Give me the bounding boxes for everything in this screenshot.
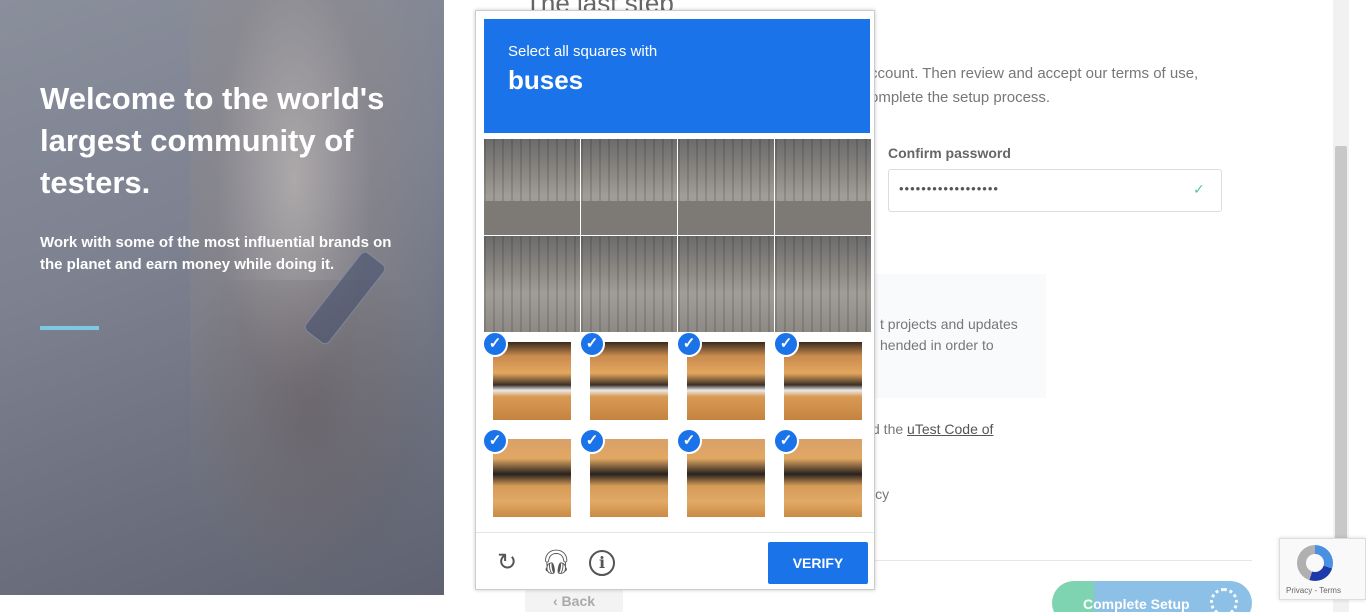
- page-scrollbar-thumb[interactable]: [1335, 146, 1347, 541]
- captcha-tile[interactable]: [678, 236, 774, 332]
- captcha-tile-image: [590, 342, 668, 420]
- captcha-tile[interactable]: [581, 236, 677, 332]
- captcha-tile-image: [784, 439, 862, 517]
- agreement-text: d the uTest Code of: [872, 421, 993, 437]
- intro-text: ccount. Then review and accept our terms…: [870, 65, 1199, 106]
- captcha-tile[interactable]: ✓: [484, 430, 580, 526]
- spinner-icon: [1210, 588, 1238, 612]
- captcha-tile[interactable]: [484, 139, 580, 235]
- confirm-password-field[interactable]: ••••••••••••••••••: [888, 169, 1222, 212]
- chevron-left-icon: ‹: [552, 593, 558, 609]
- hero-panel: Welcome to the world's largest community…: [0, 0, 444, 595]
- checkmark-icon: ✓: [1193, 181, 1205, 197]
- captcha-tile-image: [590, 439, 668, 517]
- hero-heading: Welcome to the world's largest community…: [40, 81, 385, 200]
- captcha-tile-image: [493, 439, 571, 517]
- captcha-tile[interactable]: [678, 139, 774, 235]
- headphones-icon[interactable]: 🎧︎: [541, 550, 571, 576]
- hero-subheading: Work with some of the most influential b…: [40, 234, 392, 273]
- captcha-challenge: Select all squares with buses ✓ ✓ ✓ ✓ ✓ ✓ ✓ ✓ ↻…: [475, 10, 875, 590]
- captcha-tile[interactable]: ✓: [775, 333, 871, 429]
- info-text: t projects and updates hended in order t…: [880, 316, 1018, 353]
- captcha-target: buses: [508, 65, 584, 95]
- info-icon[interactable]: i: [589, 550, 615, 576]
- captcha-header: Select all squares with buses: [484, 19, 870, 133]
- captcha-tile[interactable]: [581, 139, 677, 235]
- captcha-tile[interactable]: ✓: [484, 333, 580, 429]
- reload-icon[interactable]: ↻: [494, 550, 520, 576]
- recaptcha-links[interactable]: Privacy - Terms: [1286, 586, 1341, 595]
- captcha-tile[interactable]: [775, 236, 871, 332]
- captcha-tile[interactable]: ✓: [775, 430, 871, 526]
- captcha-prompt: Select all squares with: [508, 43, 658, 60]
- agreement-prefix: d the: [872, 421, 908, 437]
- hero-accent-bar: [40, 326, 99, 330]
- captcha-tile[interactable]: ✓: [581, 430, 677, 526]
- captcha-tile-image: [493, 342, 571, 420]
- captcha-tile-image: [784, 342, 862, 420]
- captcha-footer: ↻ 🎧︎ i VERIFY: [476, 532, 874, 590]
- complete-setup-label: Complete Setup: [1083, 596, 1190, 612]
- captcha-tile[interactable]: [484, 236, 580, 332]
- confirm-password-label: Confirm password: [888, 145, 1011, 161]
- back-label: Back: [561, 593, 596, 609]
- recaptcha-logo-icon: [1297, 545, 1333, 581]
- captcha-tile[interactable]: ✓: [678, 430, 774, 526]
- captcha-tile[interactable]: [775, 139, 871, 235]
- captcha-tile[interactable]: ✓: [678, 333, 774, 429]
- code-of-conduct-link[interactable]: uTest Code of: [907, 421, 993, 437]
- captcha-grid: ✓ ✓ ✓ ✓ ✓ ✓ ✓ ✓: [484, 139, 871, 526]
- captcha-tile-image: [687, 342, 765, 420]
- captcha-tile[interactable]: ✓: [581, 333, 677, 429]
- back-button[interactable]: ‹ Back: [525, 590, 623, 612]
- verify-button[interactable]: VERIFY: [768, 542, 868, 584]
- captcha-tile-image: [687, 439, 765, 517]
- recaptcha-badge[interactable]: Privacy - Terms: [1279, 538, 1366, 600]
